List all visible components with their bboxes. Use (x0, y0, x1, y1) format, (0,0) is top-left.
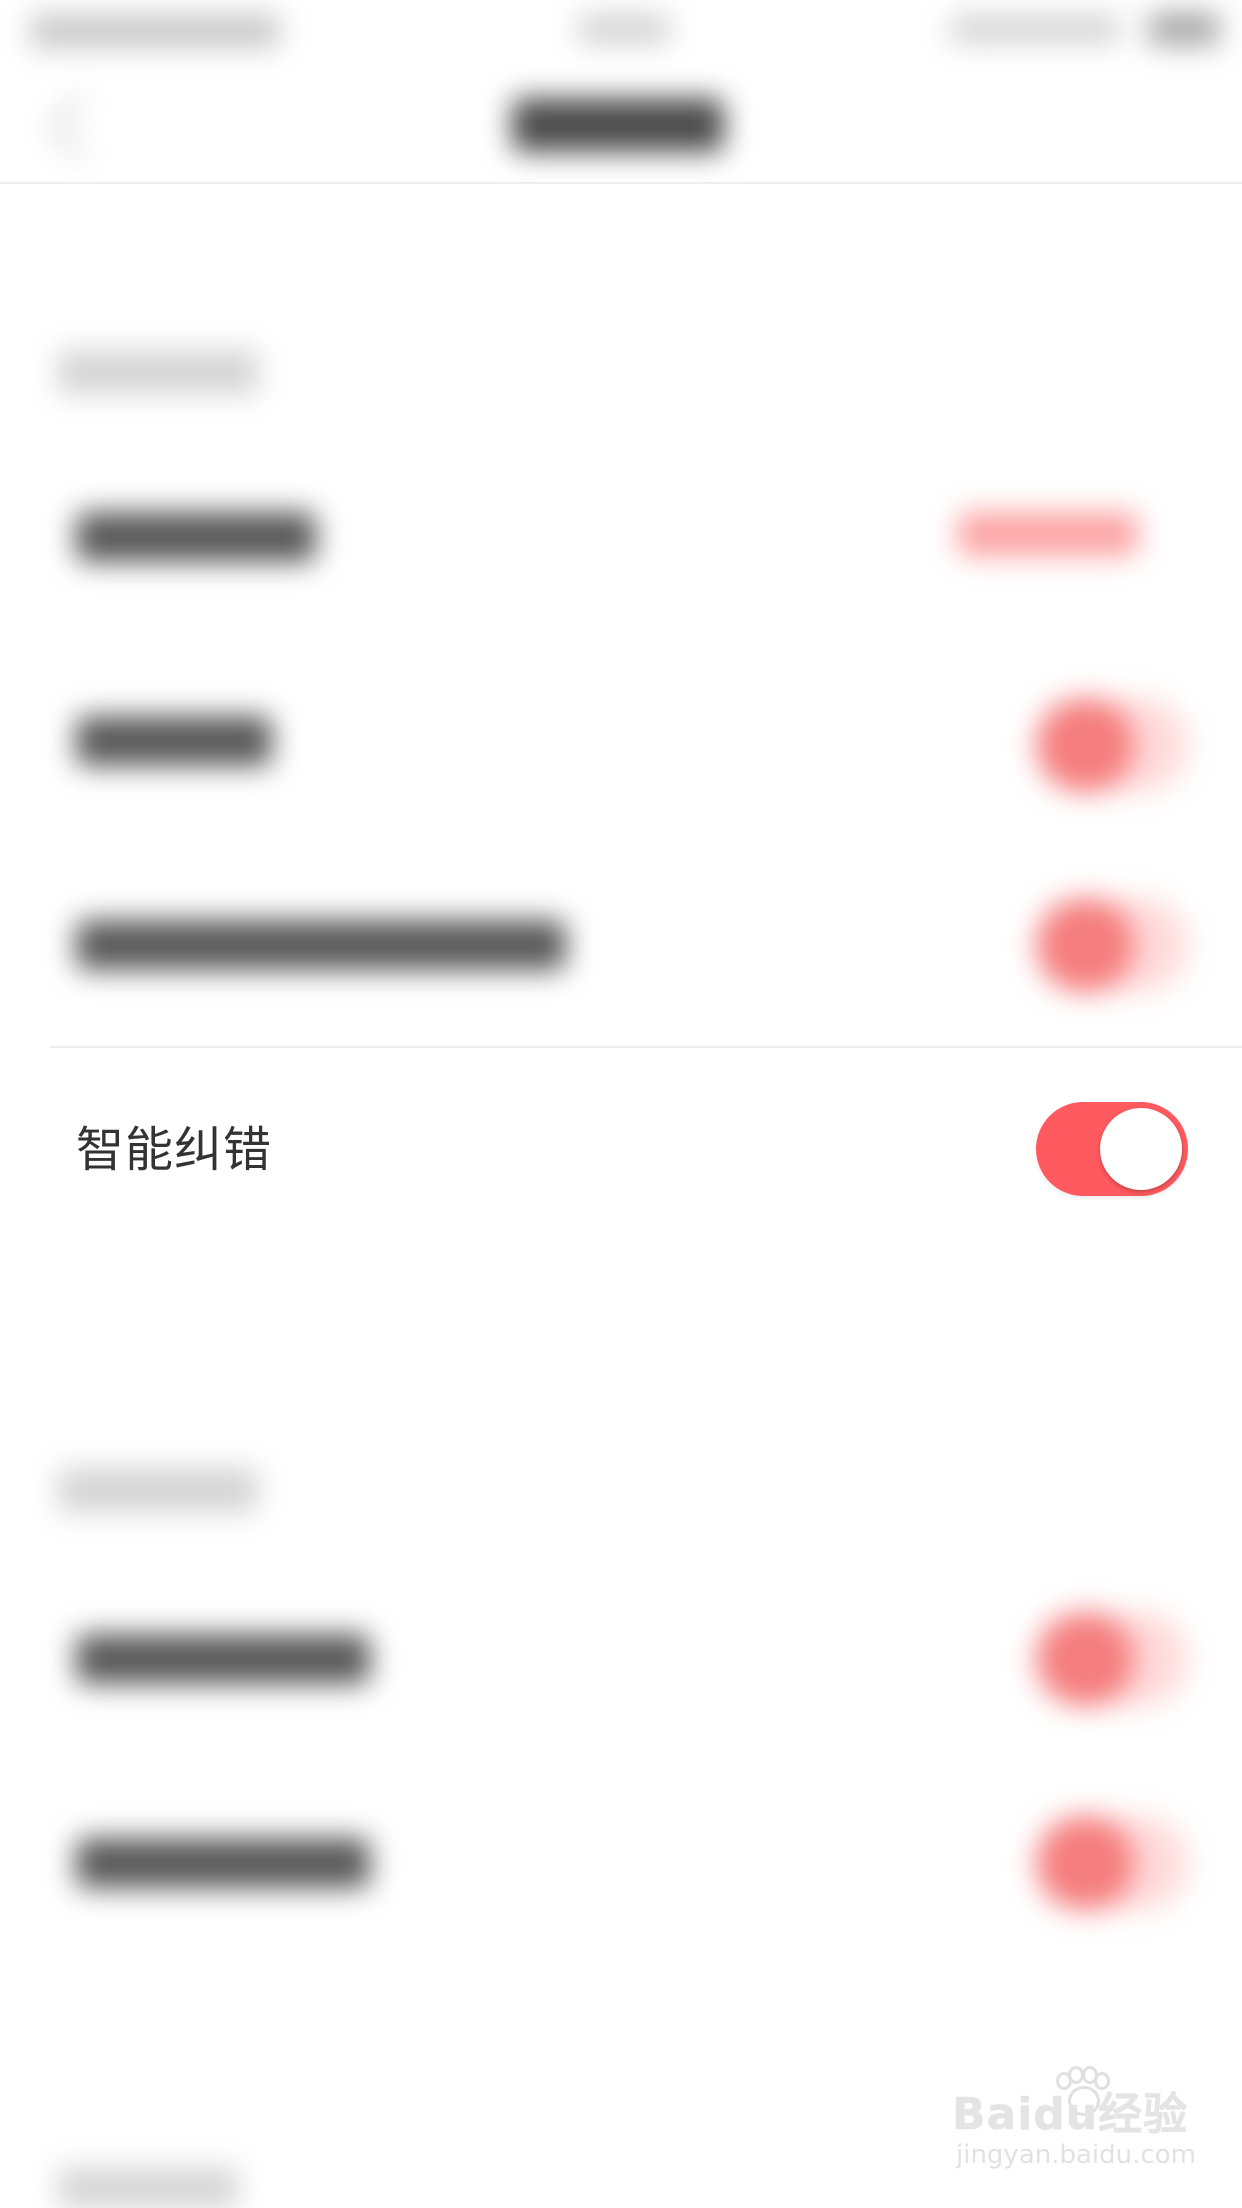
watermark-url: jingyan.baidu.com (956, 2140, 1196, 2170)
section-header (58, 350, 258, 394)
nav-divider (0, 182, 1242, 184)
battery-icon (1148, 12, 1220, 46)
setting-toggle[interactable] (1036, 1816, 1188, 1910)
setting-row-value[interactable] (958, 512, 1138, 556)
row-divider (50, 1046, 1242, 1048)
toggle-knob (1100, 1108, 1182, 1190)
status-bar-left (30, 14, 280, 48)
setting-row-label (76, 920, 566, 970)
setting-toggle[interactable] (1036, 898, 1188, 992)
baidu-jingyan-watermark: Baidu经验 jingyan.baidu.com (952, 2066, 1196, 2188)
setting-toggle[interactable] (1036, 1612, 1188, 1706)
status-bar-time (578, 14, 670, 44)
setting-row-label (76, 1634, 370, 1684)
setting-toggle[interactable] (1036, 698, 1188, 792)
smart-correction-toggle[interactable] (1036, 1102, 1188, 1196)
smart-correction-label: 智能纠错 (76, 1122, 273, 1178)
page-title (512, 98, 724, 152)
setting-row-label (76, 1838, 370, 1888)
section-header (58, 1468, 258, 1512)
setting-row-label (76, 512, 316, 562)
status-bar-right (950, 14, 1120, 44)
setting-row-label (76, 716, 272, 766)
section-header (58, 2168, 238, 2208)
back-arrow-icon[interactable] (48, 94, 114, 160)
watermark-logo: Baidu经验 (952, 2089, 1189, 2140)
